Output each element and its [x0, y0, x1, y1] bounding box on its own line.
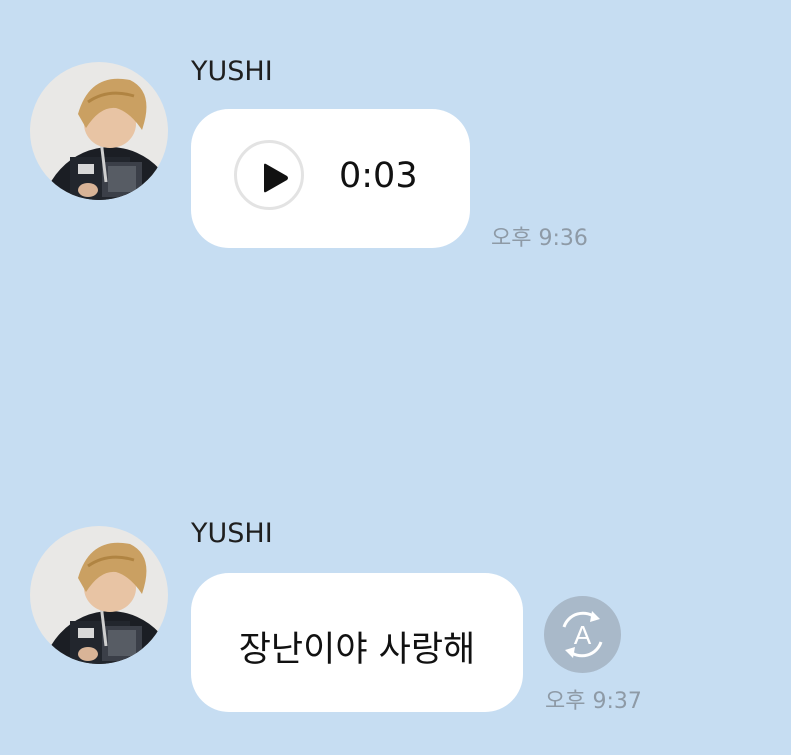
avatar-image	[30, 62, 168, 200]
translate-button[interactable]: A	[544, 596, 621, 673]
translate-icon: A	[562, 611, 603, 658]
message-text: 장난이야 사랑해	[238, 630, 476, 670]
message-timestamp: 오후 9:37	[545, 689, 642, 714]
message-timestamp: 오후 9:36	[491, 226, 588, 251]
sender-name: YUSHI	[191, 518, 273, 549]
sender-avatar[interactable]	[30, 62, 168, 200]
play-button[interactable]	[234, 140, 304, 210]
voice-duration: 0:03	[339, 156, 418, 196]
sender-name: YUSHI	[191, 56, 273, 87]
avatar-image	[30, 526, 168, 664]
sender-avatar[interactable]	[30, 526, 168, 664]
text-message-bubble[interactable]: 장난이야 사랑해	[191, 573, 523, 712]
translate-icon-letter: A	[574, 620, 592, 650]
play-icon	[264, 163, 288, 193]
voice-message-bubble[interactable]: 0:03	[191, 109, 470, 248]
